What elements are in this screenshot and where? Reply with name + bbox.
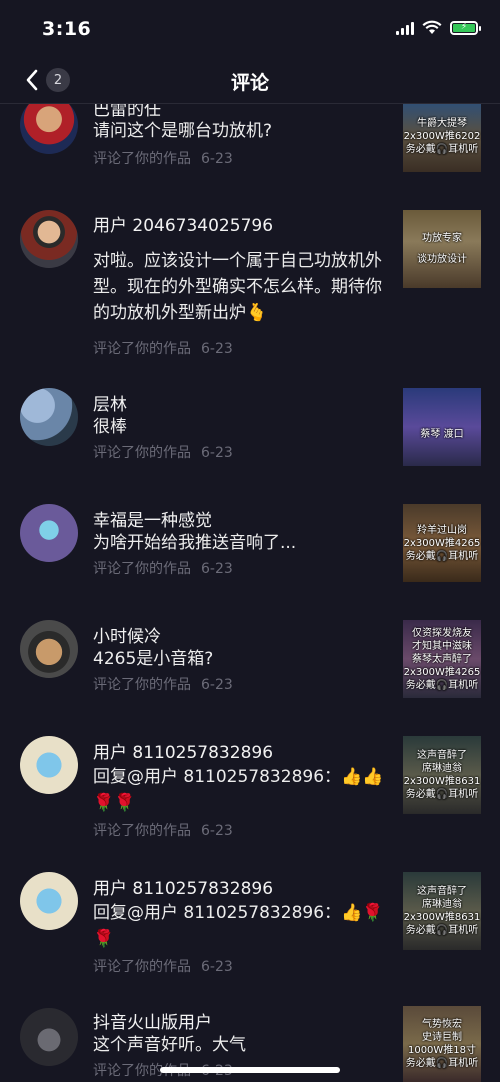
thumb-caption: 这声音醉了 (417, 886, 467, 897)
comment-date: 6-23 (201, 445, 233, 461)
avatar[interactable] (20, 620, 78, 678)
comment-date: 6-23 (201, 341, 233, 357)
comment-text: 对啦。应该设计一个属于自己功放机外型。现在的外型确实不怎么样。期待你的功放机外型… (93, 251, 382, 323)
meta-label: 评论了你的作品 (93, 445, 191, 461)
comment-meta: 评论了你的作品 6-23 (93, 558, 233, 578)
comment-author[interactable]: 小时候冷 (93, 622, 161, 647)
thumb-caption: 史诗巨制 (422, 1032, 462, 1043)
thumb-caption: 务必戴🎧耳机听 (405, 925, 479, 936)
comment-meta: 评论了你的作品 6-23 (93, 442, 233, 462)
comment-text: 很棒 (93, 417, 127, 437)
comment-date: 6-23 (201, 677, 233, 693)
video-thumbnail[interactable]: 功放专家 谈功放设计 (403, 210, 481, 288)
meta-label: 评论了你的作品 (93, 151, 191, 167)
thumb-caption: 仅资探发烧友 (412, 627, 472, 639)
page-title: 评论 (230, 72, 269, 94)
meta-label: 评论了你的作品 (93, 561, 191, 577)
video-thumbnail[interactable]: 羚羊过山岗 2x300W推4265 务必戴🎧耳机听 (403, 504, 481, 582)
avatar[interactable] (20, 872, 78, 930)
comment-list: 巴雷的任 请问这个是哪台功放机? 评论了你的作品 6-23 牛爵大提琴 2x300… (0, 104, 500, 1082)
thumb-caption: 务必戴🎧耳机听 (405, 143, 479, 155)
comment-text: 4265是小音箱? (93, 649, 214, 669)
avatar[interactable] (20, 736, 78, 794)
thumb-caption: 席琳迪翁 (422, 763, 462, 774)
thumb-caption: 这声音醉了 (417, 750, 467, 761)
comment-text: 回复@用户 8110257832896：👍👍🌹🌹 (93, 767, 384, 813)
thumb-caption: 务必戴🎧耳机听 (405, 1058, 479, 1069)
thumb-caption: 1000W推18寸 (407, 1045, 477, 1056)
comment-date: 6-23 (201, 151, 233, 167)
comment-text: 回复@用户 8110257832896：👍🌹🌹 (93, 903, 384, 949)
thumb-caption: 蔡琴 渡口 (420, 428, 464, 440)
nav-bar: 2 评论 (0, 56, 500, 104)
thumb-caption: 务必戴🎧耳机听 (405, 679, 479, 691)
comment-meta: 评论了你的作品 6-23 (93, 956, 233, 976)
thumb-caption: 谈功放设计 (417, 254, 467, 265)
status-time: 3:16 (42, 18, 92, 40)
video-thumbnail[interactable]: 这声音醉了 席琳迪翁 2x300W推8631 务必戴🎧耳机听 (403, 872, 481, 950)
thumb-caption: 务必戴🎧耳机听 (405, 789, 479, 800)
status-bar: 3:16 ⚡ (0, 0, 500, 56)
thumb-caption: 务必戴🎧耳机听 (405, 550, 479, 562)
thumb-caption: 2x300W推8631 (403, 776, 481, 787)
thumb-caption: 才知其中滋味 (412, 640, 472, 652)
meta-label: 评论了你的作品 (93, 341, 191, 357)
comment-meta: 评论了你的作品 6-23 (93, 674, 233, 694)
comment-author[interactable]: 幸福是一种感觉 (93, 506, 212, 531)
thumb-caption: 2x300W推8631 (403, 912, 481, 923)
home-indicator[interactable] (160, 1067, 340, 1073)
avatar[interactable] (20, 504, 78, 562)
video-thumbnail[interactable]: 蔡琴 渡口 (403, 388, 481, 466)
comment-author[interactable]: 层林 (93, 390, 127, 415)
comment-date: 6-23 (201, 561, 233, 577)
status-icons: ⚡ (396, 20, 481, 35)
thumb-caption: 牛爵大提琴 (417, 117, 467, 129)
meta-label: 评论了你的作品 (93, 959, 191, 975)
thumb-caption: 功放专家 (422, 233, 462, 244)
cellular-signal-icon (396, 21, 414, 35)
thumb-caption: 2x300W推4265 (403, 666, 481, 678)
thumb-caption: 羚羊过山岗 (417, 524, 467, 536)
comment-date: 6-23 (201, 959, 233, 975)
thumb-caption: 2x300W推4265 (403, 537, 481, 549)
thumb-caption: 蔡琴太声醉了 (412, 653, 472, 665)
thumb-caption: 席琳迪翁 (422, 899, 462, 910)
comment-author[interactable]: 抖音火山版用户 (93, 1008, 212, 1033)
comment-meta: 评论了你的作品 6-23 (93, 148, 233, 168)
comment-date: 6-23 (201, 823, 233, 839)
comment-meta: 评论了你的作品 6-23 (93, 338, 233, 358)
avatar[interactable] (20, 104, 78, 154)
avatar[interactable] (20, 388, 78, 446)
comment-text: 为啥开始给我推送音响了... (93, 533, 297, 553)
comment-author[interactable]: 用户 8110257832896 (93, 738, 273, 763)
comment-text: 这个声音好听。大气 (93, 1035, 246, 1055)
video-thumbnail[interactable]: 牛爵大提琴 2x300W推6202 务必戴🎧耳机听 (403, 104, 481, 172)
comment-meta: 评论了你的作品 6-23 (93, 820, 233, 840)
video-thumbnail[interactable]: 气势恢宏 史诗巨制 1000W推18寸 务必戴🎧耳机听 (403, 1006, 481, 1082)
avatar[interactable] (20, 210, 78, 268)
battery-icon: ⚡ (450, 20, 481, 35)
meta-label: 评论了你的作品 (93, 823, 191, 839)
thumb-caption: 气势恢宏 (422, 1019, 462, 1030)
video-thumbnail[interactable]: 仅资探发烧友 才知其中滋味 蔡琴太声醉了 2x300W推4265 务必戴🎧耳机听 (403, 620, 481, 698)
wifi-icon (422, 20, 442, 34)
comment-author[interactable]: 用户 2046734025796 (93, 211, 273, 236)
avatar[interactable] (20, 1008, 78, 1066)
comment-author[interactable]: 用户 8110257832896 (93, 874, 273, 899)
video-thumbnail[interactable]: 这声音醉了 席琳迪翁 2x300W推8631 务必戴🎧耳机听 (403, 736, 481, 814)
meta-label: 评论了你的作品 (93, 677, 191, 693)
comment-text: 请问这个是哪台功放机? (93, 121, 273, 141)
thumb-caption: 2x300W推6202 (403, 130, 481, 142)
